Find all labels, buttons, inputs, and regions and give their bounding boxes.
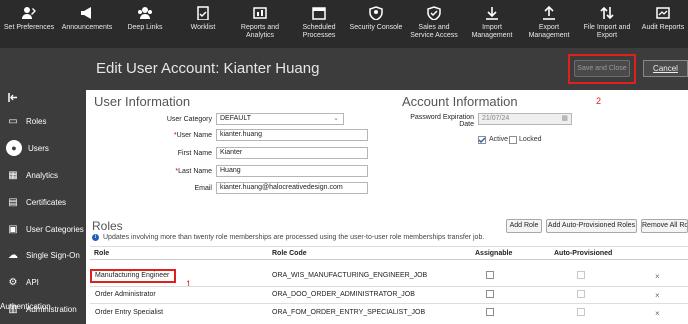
sidebar-item-roles[interactable]: ▭ Roles bbox=[0, 110, 86, 134]
row-divider bbox=[90, 303, 688, 304]
chevron-down-icon: ⌄ bbox=[333, 115, 339, 122]
annotation-number-2: 2 bbox=[596, 96, 602, 106]
email-label: Email bbox=[194, 185, 212, 192]
assignable-checkbox[interactable] bbox=[486, 308, 494, 316]
annotation-highlight-save bbox=[568, 54, 636, 84]
report-icon bbox=[252, 6, 268, 20]
user-category-select[interactable]: DEFAULT ⌄ bbox=[216, 113, 344, 125]
last-name-field[interactable]: Huang bbox=[216, 165, 368, 177]
assignable-checkbox[interactable] bbox=[486, 290, 494, 298]
upload-icon bbox=[541, 5, 557, 20]
cloud-icon: ☁ bbox=[8, 250, 18, 261]
table-row-code: ORA_DOO_ORDER_ADMINISTRATOR_JOB bbox=[272, 291, 415, 298]
shield-icon bbox=[368, 6, 384, 21]
user-category-label: User Category bbox=[166, 116, 212, 123]
auto-provisioned-checkbox bbox=[577, 308, 585, 316]
roles-icon: ▭ bbox=[8, 116, 18, 127]
certificate-icon: ▤ bbox=[8, 197, 18, 208]
locked-label: Locked bbox=[519, 136, 542, 143]
table-header-divider bbox=[90, 246, 688, 247]
users-link-icon bbox=[137, 6, 153, 20]
sidebar-item-api-authentication[interactable]: ⚙ API Authentication bbox=[0, 271, 86, 311]
calendar-icon bbox=[311, 6, 327, 20]
sidebar-item-certificates[interactable]: ▤ Certificates bbox=[0, 191, 86, 215]
email-field[interactable]: kianter.huang@halocreativedesign.com bbox=[216, 182, 368, 194]
sidebar-item-user-categories[interactable]: ▣ User Categories bbox=[0, 218, 86, 242]
nav-audit-reports[interactable]: Audit Reports bbox=[638, 0, 688, 48]
nav-scheduled-processes[interactable]: Scheduled Processes bbox=[292, 0, 346, 48]
user-name-label: *User Name bbox=[173, 132, 212, 139]
column-header-auto-provisioned: Auto-Provisioned bbox=[554, 250, 613, 257]
add-auto-provisioned-roles-button[interactable]: Add Auto-Provisioned Roles bbox=[546, 219, 637, 233]
info-icon: i bbox=[92, 234, 99, 241]
remove-role-icon[interactable]: × bbox=[655, 272, 660, 281]
user-name-field[interactable]: kianter.huang bbox=[216, 129, 368, 141]
remove-all-roles-button[interactable]: Remove All Ro bbox=[641, 219, 688, 233]
analytics-icon: ▦ bbox=[8, 170, 18, 181]
auto-provisioned-checkbox bbox=[577, 271, 585, 279]
auto-provisioned-checkbox bbox=[577, 290, 585, 298]
sidebar-item-users[interactable]: ● Users bbox=[0, 137, 86, 161]
audit-icon bbox=[655, 6, 671, 20]
top-navigation-bar: Set Preferences Announcements Deep Links… bbox=[0, 0, 688, 48]
api-key-icon: ⚙ bbox=[8, 277, 18, 288]
add-role-button[interactable]: Add Role bbox=[506, 219, 542, 233]
table-header-bottom bbox=[90, 259, 688, 260]
row-divider bbox=[90, 286, 688, 287]
cancel-button[interactable]: Cancel bbox=[643, 60, 688, 77]
nav-deep-links[interactable]: Deep Links bbox=[118, 0, 172, 48]
column-header-role: Role bbox=[94, 250, 110, 257]
nav-worklist[interactable]: Worklist bbox=[178, 0, 228, 48]
remove-role-icon[interactable]: × bbox=[655, 309, 660, 318]
annotation-highlight-row bbox=[90, 269, 176, 283]
active-label: Active bbox=[489, 136, 509, 143]
table-row-code: ORA_WIS_MANUFACTURING_ENGINEER_JOB bbox=[272, 272, 428, 279]
sidebar-item-analytics[interactable]: ▦ Analytics bbox=[0, 164, 86, 188]
nav-announcements[interactable]: Announcements bbox=[60, 0, 114, 48]
assignable-checkbox[interactable] bbox=[486, 271, 494, 279]
column-header-assignable: Assignable bbox=[475, 250, 513, 257]
remove-role-icon[interactable]: × bbox=[655, 291, 660, 300]
user-information-heading: User Information bbox=[94, 94, 191, 109]
admin-icon: ▥ bbox=[8, 304, 18, 315]
nav-import-management[interactable]: Import Management bbox=[466, 0, 518, 48]
column-header-role-code: Role Code bbox=[272, 250, 307, 257]
nav-export-management[interactable]: Export Management bbox=[522, 0, 576, 48]
table-row-code: ORA_FOM_ORDER_ENTRY_SPECIALIST_JOB bbox=[272, 309, 426, 316]
user-icon: ● bbox=[6, 140, 22, 156]
checkmark-icon bbox=[478, 137, 486, 144]
nav-sales-service-access[interactable]: Sales and Service Access bbox=[406, 0, 462, 48]
user-categories-icon: ▣ bbox=[8, 224, 18, 235]
roles-heading: Roles bbox=[92, 219, 123, 233]
nav-security-console[interactable]: Security Console bbox=[348, 0, 404, 48]
shield-check-icon bbox=[426, 6, 442, 21]
password-expiration-label: Password Expiration Date bbox=[410, 114, 474, 128]
active-checkbox[interactable] bbox=[478, 136, 486, 144]
sidebar-item-administration[interactable]: ▥ Administration bbox=[0, 298, 86, 322]
roles-notice: Updates involving more than twenty role … bbox=[103, 234, 485, 241]
nav-file-import-export[interactable]: File Import and Export bbox=[580, 0, 634, 48]
annotation-number-1: 1 bbox=[186, 279, 192, 289]
collapse-icon[interactable] bbox=[8, 93, 18, 105]
user-preferences-icon bbox=[21, 6, 37, 20]
password-expiration-date-field: 21/07/24 ▦ bbox=[478, 113, 572, 125]
locked-checkbox[interactable] bbox=[509, 136, 517, 144]
first-name-field[interactable]: Kianter bbox=[216, 147, 368, 159]
last-name-label: *Last Name bbox=[175, 168, 212, 175]
table-row-role[interactable]: Order Administrator bbox=[95, 291, 156, 298]
account-information-heading: Account Information bbox=[402, 94, 518, 109]
megaphone-icon bbox=[79, 6, 95, 20]
nav-reports-analytics[interactable]: Reports and Analytics bbox=[232, 0, 288, 48]
calendar-picker-icon: ▦ bbox=[561, 115, 568, 122]
page-title: Edit User Account: Kianter Huang bbox=[96, 60, 320, 77]
clipboard-icon bbox=[195, 6, 211, 21]
download-icon bbox=[484, 6, 500, 20]
first-name-label: First Name bbox=[177, 150, 212, 157]
nav-set-preferences[interactable]: Set Preferences bbox=[2, 0, 56, 48]
swap-arrows-icon bbox=[599, 6, 615, 20]
sidebar-item-single-sign-on[interactable]: ☁ Single Sign-On bbox=[0, 244, 86, 268]
table-row-role[interactable]: Order Entry Specialist bbox=[95, 309, 163, 316]
